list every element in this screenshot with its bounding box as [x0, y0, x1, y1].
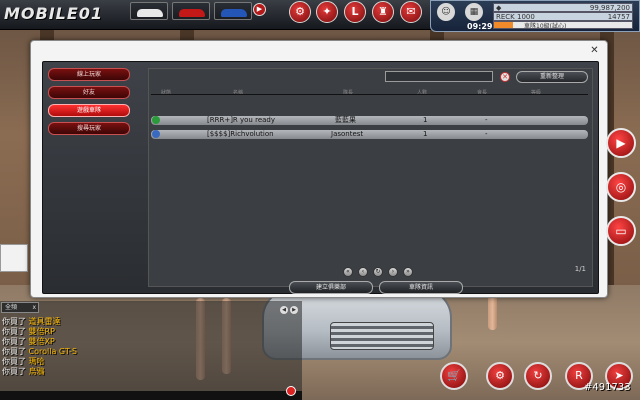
- event-menu-button[interactable]: ♜: [372, 1, 394, 23]
- game-clock: 09:29: [467, 22, 493, 31]
- team-leader: Jasontest: [331, 130, 364, 138]
- money-value: 99,987,200: [589, 4, 630, 12]
- team-status-icon: [152, 130, 160, 138]
- chat-tab-label: 全頻: [5, 304, 18, 311]
- top-bar: MOBILE01 ▶ ⚙ ✦ L ♜ ✉ ☺ ▦ 09:29 ◆ 99,987,…: [0, 0, 640, 32]
- first-page-icon[interactable]: «: [343, 267, 353, 277]
- car-slot-2[interactable]: [172, 2, 210, 20]
- car-grille: [330, 322, 434, 350]
- chat-panel: 全頻 x ◀ ▶ 你買了 道具雷達 你買了 雙倍RP 你買了 雙倍XP 你買了 C…: [0, 301, 302, 400]
- license-menu-button[interactable]: L: [344, 1, 366, 23]
- team-info-button[interactable]: 車隊資訊: [379, 281, 463, 294]
- chat-message: 你買了 道具雷達: [2, 317, 61, 326]
- last-page-icon[interactable]: »: [403, 267, 413, 277]
- chat-tab-close-icon[interactable]: x: [32, 303, 36, 312]
- team-count: 1: [423, 116, 428, 124]
- experience-fill: [494, 22, 514, 28]
- sidebar-item-friends[interactable]: 好友: [48, 86, 130, 99]
- team-status-icon: [152, 116, 160, 124]
- next-page-icon[interactable]: ›: [388, 267, 398, 277]
- game-logo: MOBILE01: [4, 4, 104, 23]
- camera-button[interactable]: ▶: [606, 128, 636, 158]
- team-leader: 藍藍果: [335, 116, 356, 124]
- garage-sign: [0, 244, 28, 272]
- page-indicator: 1/1: [574, 265, 586, 273]
- chat-messages: 你買了 道具雷達 你買了 雙倍RP 你買了 雙倍XP 你買了 Corolla G…: [2, 317, 282, 377]
- chat-scroll-controls: ◀ ▶: [280, 304, 300, 314]
- prev-page-icon[interactable]: ‹: [358, 267, 368, 277]
- sidebar-item-teams[interactable]: 遊戲車隊: [48, 104, 130, 117]
- car-icon: [137, 9, 163, 17]
- refresh-button[interactable]: 重新整理: [516, 71, 588, 83]
- chat-message: 你買了 Corolla GT-S: [2, 347, 77, 356]
- team-extra: -: [485, 116, 488, 124]
- car-icon: [221, 9, 247, 17]
- create-club-button[interactable]: 建立俱樂部: [289, 281, 373, 294]
- next-car-button[interactable]: ▶: [253, 3, 266, 16]
- chat-message: 你買了 瑪哈: [2, 357, 45, 366]
- car-slot-1[interactable]: [130, 2, 168, 20]
- chat-message: 你買了 烏鴉: [2, 367, 45, 376]
- tune-button[interactable]: ⚙: [486, 362, 514, 390]
- experience-text: 車隊10級(試心): [524, 23, 567, 30]
- points-value: 14757: [607, 13, 630, 21]
- chat-right-arrow-icon[interactable]: ▶: [290, 306, 298, 314]
- points-label: RECK 1000: [496, 13, 535, 21]
- points-display: RECK 1000 14757: [493, 12, 633, 21]
- car-slot-3[interactable]: [214, 2, 252, 20]
- team-name: [$$$$]Richvolution: [207, 130, 274, 138]
- car-icon: [179, 9, 205, 17]
- team-count: 1: [423, 130, 428, 138]
- team-list-panel: ✕ 重新整理 狀態 名稱 隊長 人數 會長 等級 [RRR+]R you rea…: [148, 68, 593, 294]
- chat-message: 你買了 雙倍RP: [2, 327, 55, 336]
- table-row[interactable]: [$$$$]Richvolution Jasontest 1 -: [151, 130, 588, 139]
- chat-input[interactable]: [0, 391, 302, 400]
- close-icon[interactable]: ✕: [589, 45, 600, 56]
- table-row[interactable]: [RRR+]R you ready 藍藍果 1 -: [151, 116, 588, 125]
- chat-left-arrow-icon[interactable]: ◀: [280, 306, 288, 314]
- team-extra: -: [485, 130, 488, 138]
- shop-button[interactable]: 🛒: [440, 362, 468, 390]
- search-input[interactable]: [385, 71, 493, 82]
- sidebar-item-online[interactable]: 線上玩家: [48, 68, 130, 81]
- refresh-page-icon[interactable]: ↻: [373, 267, 383, 277]
- money-icon: ◆: [496, 4, 502, 12]
- shop-menu-button[interactable]: ✦: [316, 1, 338, 23]
- garage-menu-button[interactable]: ⚙: [289, 1, 311, 23]
- chat-message: 你買了 雙倍XP: [2, 337, 55, 346]
- watermark-text: #491733: [584, 382, 631, 393]
- sidebar-item-search[interactable]: 搜尋玩家: [48, 122, 130, 135]
- refresh-button-bottom[interactable]: ↻: [524, 362, 552, 390]
- profile-icon[interactable]: ☺: [437, 3, 455, 21]
- calendar-icon[interactable]: ▦: [465, 3, 483, 21]
- experience-bar: 車隊10級(試心): [493, 21, 633, 30]
- team-name: [RRR+]R you ready: [207, 116, 276, 124]
- screen-button[interactable]: ▭: [606, 216, 636, 246]
- team-dialog: ✕ 線上玩家 好友 遊戲車隊 搜尋玩家 ✕ 重新整理 狀態 名稱 隊長 人數 會…: [30, 40, 608, 298]
- settings-menu-button[interactable]: ✉: [400, 1, 422, 23]
- map-button[interactable]: ◎: [606, 172, 636, 202]
- clear-search-icon[interactable]: ✕: [500, 72, 510, 82]
- emoticon-icon[interactable]: [286, 386, 296, 396]
- dialog-body: 線上玩家 好友 遊戲車隊 搜尋玩家 ✕ 重新整理 狀態 名稱 隊長 人數 會長 …: [42, 61, 599, 294]
- chat-tab-all[interactable]: 全頻 x: [1, 302, 39, 313]
- header-divider: [151, 94, 588, 95]
- money-display: ◆ 99,987,200: [493, 3, 633, 12]
